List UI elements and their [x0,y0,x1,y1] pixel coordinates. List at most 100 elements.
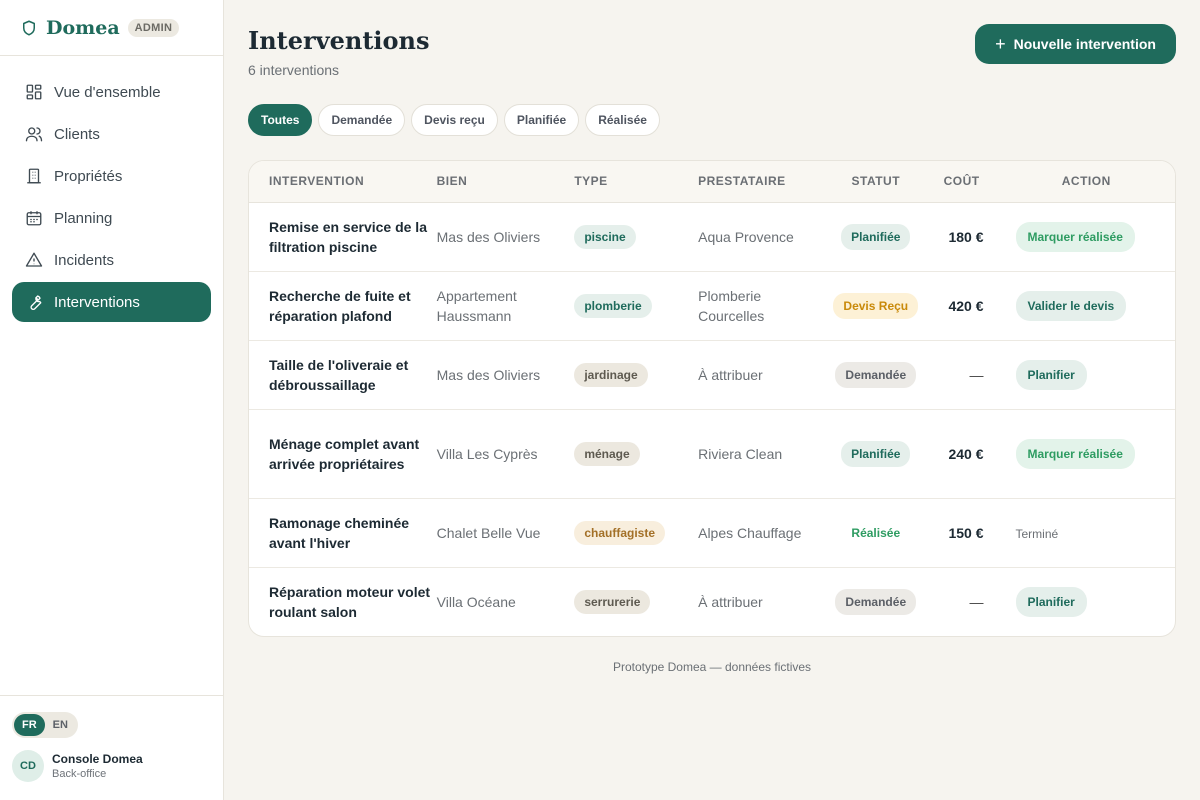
sidebar-item-overview[interactable]: Vue d'ensemble [12,72,211,112]
table-row: Ménage complet avant arrivée propriétair… [249,409,1175,499]
status-badge: Planifiée [841,223,911,250]
status-badge: Demandée [835,588,917,615]
column-header-provider: PRESTATAIRE [698,161,826,203]
intervention-title: Ramonage cheminée avant l'hiver [249,498,437,568]
filter-requested[interactable]: Demandée [318,104,406,136]
property-name: Villa Les Cyprès [436,409,575,499]
building-icon [24,166,44,186]
column-header-intervention: INTERVENTION [249,161,437,203]
calendar-icon [24,208,44,228]
provider-name: Riviera Clean [698,409,826,499]
intervention-title: Ménage complet avant arrivée propriétair… [249,409,437,499]
intervention-title: Taille de l'oliveraie et débroussaillage [249,340,437,410]
provider-name: Plomberie Courcelles [698,271,826,341]
status-badge: Planifiée [841,440,911,467]
sidebar-item-label: Clients [54,125,100,143]
mark-done-button[interactable]: Marquer réalisée [1015,221,1135,252]
property-name: Villa Océane [436,593,516,610]
property-name: Mas des Oliviers [436,202,575,272]
type-badge: ménage [574,441,640,466]
type-badge: jardinage [574,362,648,387]
column-header-status: STATUT [825,161,926,203]
filter-quote-received[interactable]: Devis reçu [411,104,498,136]
users-icon [24,124,44,144]
column-header-property: BIEN [436,161,575,203]
schedule-button[interactable]: Planifier [1015,359,1087,390]
lang-en-button[interactable]: EN [45,714,76,736]
shield-icon [20,19,38,37]
cost-value: 150 € [925,498,998,568]
warning-icon [24,250,44,270]
provider-name: Alpes Chauffage [698,498,826,568]
brand-name: Domea [46,16,120,39]
mark-done-button[interactable]: Marquer réalisée [1015,438,1135,469]
sidebar-item-label: Incidents [54,251,115,269]
type-badge: serrurerie [574,589,651,614]
user-name: Console Domea [52,752,143,766]
table-row: Remise en service de la filtration pisci… [249,202,1175,272]
table-header-row: INTERVENTION BIEN TYPE PRESTATAIRE STATU… [249,161,1175,203]
property-name: Mas des Oliviers [436,340,575,410]
sidebar: Domea ADMIN Vue d'ensemble Clients Propr… [0,0,224,800]
property-name: Chalet Belle Vue [436,498,575,568]
sidebar-item-label: Propriétés [54,167,123,185]
status-badge: Réalisée [851,525,901,540]
page-title: Interventions [248,26,430,55]
cost-value: 180 € [925,202,998,272]
provider-name: Aqua Provence [698,202,826,272]
plus-icon: + [995,34,1006,54]
status-badge: Devis Reçu [833,292,919,319]
sidebar-item-label: Interventions [54,293,140,311]
sidebar-item-incidents[interactable]: Incidents [12,240,211,280]
user-info: CD Console Domea Back-office [12,750,211,782]
table-row: Ramonage cheminée avant l'hiver Chalet B… [249,498,1175,568]
status-badge: Demandée [835,361,917,388]
validate-quote-button[interactable]: Valider le devis [1015,290,1127,321]
schedule-button[interactable]: Planifier [1015,586,1087,617]
sidebar-item-interventions[interactable]: Interventions [12,282,211,322]
dashboard-icon [24,82,44,102]
sidebar-footer: FR EN CD Console Domea Back-office [0,695,223,800]
sidebar-item-properties[interactable]: Propriétés [12,156,211,196]
cost-value: — [925,340,998,410]
sidebar-item-clients[interactable]: Clients [12,114,211,154]
language-toggle: FR EN [12,712,78,738]
intervention-title: Réparation moteur volet roulant salon [269,583,431,620]
sidebar-item-label: Vue d'ensemble [54,83,161,101]
new-intervention-button[interactable]: + Nouvelle intervention [975,24,1176,64]
cost-value: 420 € [925,271,998,341]
footer-note: Prototype Domea — données fictives [612,660,812,674]
completed-label: Terminé [1015,526,1059,541]
wrench-icon [24,292,44,312]
property-name: Appartement Haussmann [436,271,575,341]
intervention-title: Recherche de fuite et réparation plafond [249,271,437,341]
avatar: CD [12,750,44,782]
column-header-type: TYPE [574,161,699,203]
status-filters: Toutes Demandée Devis reçu Planifiée Réa… [248,104,660,136]
sidebar-item-planning[interactable]: Planning [12,198,211,238]
provider-name: À attribuer [698,340,826,410]
type-badge: piscine [574,224,636,249]
type-badge: chauffagiste [574,520,666,545]
lang-fr-button[interactable]: FR [14,714,45,736]
interventions-table: INTERVENTION BIEN TYPE PRESTATAIRE STATU… [248,160,1176,637]
filter-done[interactable]: Réalisée [585,104,660,136]
page-subtitle: 6 interventions [248,62,340,78]
brand: Domea ADMIN [0,0,223,56]
table-row: Réparation moteur volet roulant salon Vi… [249,567,1175,636]
sidebar-item-label: Planning [54,209,113,227]
table-row: Taille de l'oliveraie et débroussaillage… [249,340,1175,410]
intervention-title: Remise en service de la filtration pisci… [249,202,437,272]
admin-badge: ADMIN [127,18,180,37]
provider-name: À attribuer [698,593,763,610]
type-badge: plomberie [574,293,652,318]
cost-value: — [969,593,984,610]
filter-planned[interactable]: Planifiée [503,104,580,136]
table-row: Recherche de fuite et réparation plafond… [249,271,1175,341]
sidebar-nav: Vue d'ensemble Clients Propriétés Planni… [0,56,223,322]
filter-all[interactable]: Toutes [248,104,313,136]
column-header-cost: COÛT [925,161,998,203]
cost-value: 240 € [925,409,998,499]
new-intervention-label: Nouvelle intervention [1013,36,1156,52]
column-header-action: ACTION [997,161,1175,203]
